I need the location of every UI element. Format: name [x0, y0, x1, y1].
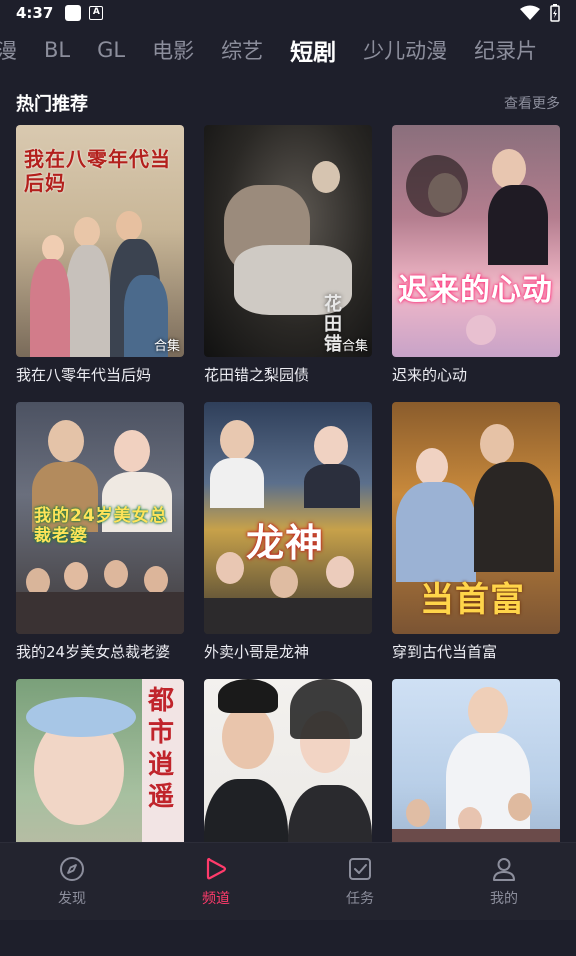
category-tabs: 漫 BL GL 电影 综艺 短剧 少儿动漫 纪录片 — [0, 28, 576, 72]
section-title: 热门推荐 — [16, 90, 88, 116]
nav-label: 频道 — [202, 888, 230, 908]
poster-title-text: 当首富 — [420, 572, 560, 621]
tab-short-drama[interactable]: 短剧 — [290, 33, 336, 67]
poster-image: 我的24岁美女总裁老婆 — [16, 402, 184, 634]
collection-badge: 合集 — [342, 335, 368, 354]
battery-icon — [550, 4, 560, 22]
nav-label: 我的 — [490, 888, 518, 908]
task-icon — [347, 856, 373, 882]
tab-manga[interactable]: 漫 — [0, 35, 17, 65]
tab-movie[interactable]: 电影 — [152, 35, 194, 65]
tab-gl[interactable]: GL — [97, 38, 125, 62]
app-notification-icon: A — [89, 6, 103, 20]
poster-image: 花田错 合集 — [204, 125, 372, 357]
drama-card[interactable]: 我在八零年代当后妈 合集 我在八零年代当后妈 — [16, 125, 184, 402]
nav-tasks[interactable]: 任务 — [310, 856, 410, 908]
card-title: 穿到古代当首富 — [392, 641, 560, 662]
compass-icon — [59, 856, 85, 882]
poster-title-text: 我在八零年代当后妈 — [24, 147, 174, 195]
nav-label: 任务 — [346, 888, 374, 908]
user-icon — [491, 856, 517, 882]
card-title: 迟来的心动 — [392, 364, 560, 385]
card-title: 我的24岁美女总裁老婆 — [16, 641, 184, 662]
section-header: 热门推荐 查看更多 — [16, 88, 560, 118]
poster-image: 迟来的心动 — [392, 125, 560, 357]
poster-title-text: 迟来的心动 — [398, 265, 556, 309]
status-bar: 4:37 A — [0, 0, 576, 26]
poster-title-text: 都市逍遥 — [148, 685, 178, 813]
card-title: 我在八零年代当后妈 — [16, 364, 184, 385]
drama-card[interactable]: 花田错 合集 花田错之梨园债 — [204, 125, 372, 402]
status-time: 4:37 — [16, 4, 53, 22]
tab-kids-anime[interactable]: 少儿动漫 — [363, 35, 447, 65]
nav-discover[interactable]: 发现 — [22, 856, 122, 908]
wifi-icon — [520, 5, 540, 21]
drama-card[interactable]: 迟来的心动 迟来的心动 — [392, 125, 560, 402]
play-icon — [203, 856, 229, 882]
see-more-link[interactable]: 查看更多 — [504, 93, 560, 113]
poster-title-text: 我的24岁美女总裁老婆 — [34, 506, 174, 546]
tab-documentary[interactable]: 纪录片 — [474, 35, 537, 65]
nav-label: 发现 — [58, 888, 86, 908]
card-title: 花田错之梨园债 — [204, 364, 372, 385]
poster-image: 我在八零年代当后妈 合集 — [16, 125, 184, 357]
poster-image: 当首富 — [392, 402, 560, 634]
tab-bl[interactable]: BL — [44, 38, 70, 62]
drama-card[interactable]: 当首富 穿到古代当首富 — [392, 402, 560, 679]
card-title: 外卖小哥是龙神 — [204, 641, 372, 662]
drama-grid: 我在八零年代当后妈 合集 我在八零年代当后妈 花田错 合集 花田错之梨园债 迟来… — [16, 125, 560, 956]
collection-badge: 合集 — [154, 335, 180, 354]
drama-card[interactable]: 龙神 外卖小哥是龙神 — [204, 402, 372, 679]
tab-variety[interactable]: 综艺 — [221, 35, 263, 65]
poster-image: 龙神 — [204, 402, 372, 634]
nav-channel[interactable]: 频道 — [166, 856, 266, 908]
bottom-navigation: 发现 频道 任务 我的 — [0, 842, 576, 920]
drama-card[interactable]: 我的24岁美女总裁老婆 我的24岁美女总裁老婆 — [16, 402, 184, 679]
notification-icon — [65, 5, 81, 21]
nav-profile[interactable]: 我的 — [454, 856, 554, 908]
poster-title-text: 龙神 — [246, 512, 356, 567]
